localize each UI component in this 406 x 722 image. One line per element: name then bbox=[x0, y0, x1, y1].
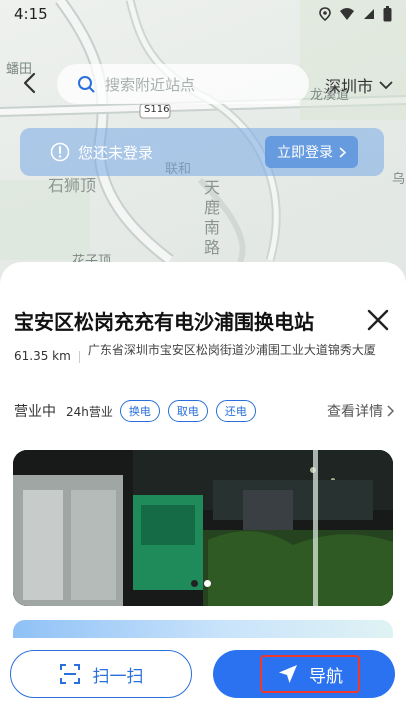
carousel-dot-active[interactable] bbox=[204, 580, 211, 587]
battery-icon bbox=[383, 6, 392, 22]
close-icon bbox=[367, 309, 389, 331]
login-button-label: 立即登录 bbox=[277, 145, 333, 161]
back-button[interactable] bbox=[14, 68, 44, 98]
search-placeholder: 搜索附近站点 bbox=[105, 75, 196, 94]
opening-hours: 24h营业 bbox=[66, 404, 113, 419]
city-label: 深圳市 bbox=[325, 77, 374, 96]
search-icon bbox=[78, 76, 95, 93]
navigate-label: 导航 bbox=[309, 666, 343, 687]
station-photo-carousel[interactable] bbox=[13, 450, 393, 606]
wifi-icon bbox=[340, 8, 354, 20]
chevron-left-icon bbox=[23, 72, 36, 94]
carousel-indicator bbox=[191, 580, 211, 587]
scan-label: 扫一扫 bbox=[92, 666, 144, 687]
scan-button[interactable]: 扫一扫 bbox=[10, 650, 192, 698]
carousel-dot[interactable] bbox=[191, 580, 198, 587]
tag-swap: 换电 bbox=[119, 400, 160, 422]
chevron-right-icon bbox=[339, 146, 346, 158]
info-icon bbox=[50, 142, 70, 162]
view-details-link[interactable]: 查看详情 bbox=[327, 401, 394, 421]
open-status: 营业中 bbox=[14, 404, 56, 420]
navigate-button-content: 导航 bbox=[260, 655, 360, 693]
status-time: 4:15 bbox=[14, 5, 48, 23]
login-banner: 您还未登录 立即登录 bbox=[20, 128, 384, 176]
station-distance: 61.35 km bbox=[14, 349, 71, 363]
station-address: 广东省深圳市宝安区松岗街道沙浦围工业大道锦秀大厦 bbox=[87, 343, 376, 357]
chevron-down-icon bbox=[379, 80, 393, 89]
navigation-arrow-icon bbox=[279, 665, 297, 683]
tag-pickup: 取电 bbox=[167, 400, 208, 422]
close-button[interactable] bbox=[362, 304, 394, 336]
login-banner-text: 您还未登录 bbox=[78, 143, 154, 162]
chevron-right-icon bbox=[387, 405, 394, 417]
bottom-action-bar: 扫一扫 导航 bbox=[0, 638, 406, 722]
status-bar: 4:15 bbox=[0, 0, 406, 28]
scan-icon bbox=[59, 664, 80, 684]
signal-icon bbox=[364, 9, 374, 19]
station-name: 宝安区松岗充充有电沙浦围换电站 bbox=[14, 310, 314, 334]
navigate-button[interactable]: 导航 bbox=[213, 650, 395, 698]
map-label: 乌 bbox=[392, 172, 406, 187]
location-icon bbox=[319, 7, 331, 21]
login-button[interactable]: 立即登录 bbox=[265, 136, 358, 168]
search-bar[interactable]: 搜索附近站点 bbox=[57, 64, 309, 104]
hours-row: 营业中 24h营业 换电 取电 还电 查看详情 bbox=[14, 400, 394, 422]
city-selector[interactable]: 深圳市 bbox=[325, 73, 393, 97]
tag-return: 还电 bbox=[215, 400, 256, 422]
top-bar: 搜索附近站点 深圳市 bbox=[0, 62, 406, 106]
status-icons bbox=[319, 6, 392, 22]
location-row: 61.35 km 广东省深圳市宝安区松岗街道沙浦围工业大道锦秀大厦 bbox=[14, 342, 394, 363]
divider bbox=[78, 351, 80, 363]
view-details-label: 查看详情 bbox=[327, 404, 383, 420]
map-label: 天鹿南路 bbox=[204, 178, 221, 257]
